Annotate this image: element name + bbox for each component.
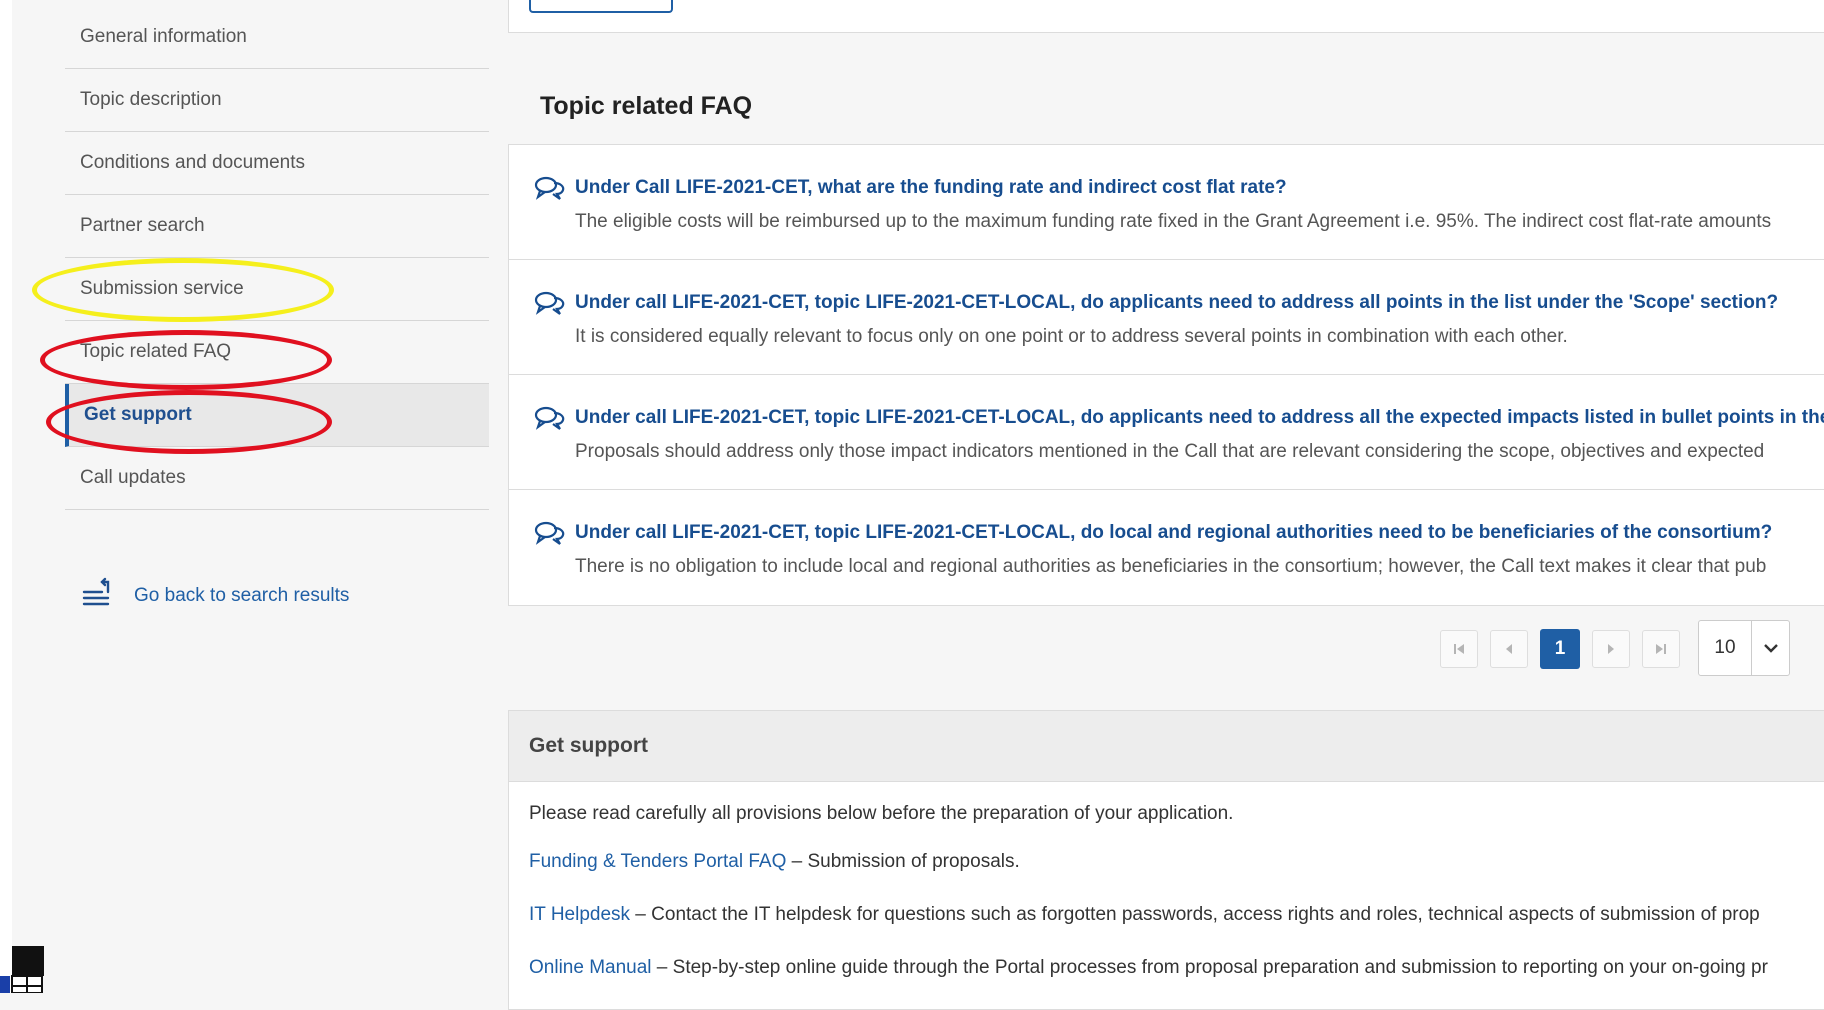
items-per-page-select[interactable]: 10 bbox=[1698, 620, 1790, 676]
faq-answer: Proposals should address only those impa… bbox=[575, 441, 1765, 462]
last-page-button[interactable] bbox=[1642, 630, 1680, 668]
sidebar-item-topic-related-faq[interactable]: Topic related FAQ bbox=[65, 321, 489, 384]
sidebar-item-partner-search[interactable]: Partner search bbox=[65, 195, 489, 258]
sidebar-item-general-information[interactable]: General information bbox=[65, 6, 489, 69]
get-support-section: Get support Please read carefully all pr… bbox=[508, 710, 1824, 1010]
get-support-title: Get support bbox=[509, 711, 1824, 782]
sidebar-item-call-updates[interactable]: Call updates bbox=[65, 447, 489, 510]
faq-question-link[interactable]: Under call LIFE-2021-CET, topic LIFE-202… bbox=[575, 522, 1772, 544]
support-line-text: – Step-by-step online guide through the … bbox=[651, 957, 1768, 978]
faq-section-title: Topic related FAQ bbox=[540, 92, 753, 120]
online-manual-link[interactable]: Online Manual bbox=[529, 957, 652, 978]
previous-page-icon bbox=[1506, 644, 1512, 654]
left-edge bbox=[0, 0, 12, 993]
sidebar-item-get-support[interactable]: Get support bbox=[65, 384, 489, 447]
first-page-button[interactable] bbox=[1440, 630, 1478, 668]
sidebar-item-conditions-and-documents[interactable]: Conditions and documents bbox=[65, 132, 489, 195]
support-line-faq: Funding & Tenders Portal FAQ – Submissio… bbox=[529, 851, 1020, 873]
faq-item: Under Call LIFE-2021-CET, what are the f… bbox=[509, 145, 1824, 260]
topic-sidebar-nav: General information Topic description Co… bbox=[65, 6, 489, 510]
support-line-helpdesk: IT Helpdesk – Contact the IT helpdesk fo… bbox=[529, 904, 1760, 926]
previous-page-button[interactable] bbox=[1490, 630, 1528, 668]
support-line-manual: Online Manual – Step-by-step online guid… bbox=[529, 957, 1768, 979]
faq-question-link[interactable]: Under call LIFE-2021-CET, topic LIFE-202… bbox=[575, 292, 1778, 314]
back-to-search-results-link[interactable]: Go back to search results bbox=[82, 576, 349, 616]
previous-section-button[interactable] bbox=[529, 0, 673, 13]
faq-question-link[interactable]: Under call LIFE-2021-CET, topic LIFE-202… bbox=[575, 407, 1824, 429]
items-per-page-value: 10 bbox=[1699, 621, 1752, 675]
support-line-text: – Submission of proposals. bbox=[786, 851, 1020, 872]
back-list-icon bbox=[82, 576, 114, 616]
taskbar-app-icon[interactable] bbox=[0, 946, 44, 994]
faq-list: Under Call LIFE-2021-CET, what are the f… bbox=[508, 144, 1824, 606]
faq-chat-icon bbox=[534, 520, 566, 546]
faq-answer: There is no obligation to include local … bbox=[575, 556, 1767, 577]
faq-item: Under call LIFE-2021-CET, topic LIFE-202… bbox=[509, 375, 1824, 490]
current-page-button[interactable]: 1 bbox=[1540, 629, 1580, 669]
faq-answer: The eligible costs will be reimbursed up… bbox=[575, 211, 1772, 232]
first-page-icon bbox=[1454, 644, 1464, 654]
faq-item: Under call LIFE-2021-CET, topic LIFE-202… bbox=[509, 260, 1824, 375]
faq-pagination: 1 bbox=[1440, 629, 1680, 669]
last-page-icon bbox=[1656, 644, 1666, 654]
previous-section-card bbox=[508, 0, 1824, 33]
faq-answer: It is considered equally relevant to foc… bbox=[575, 326, 1568, 347]
back-link-label: Go back to search results bbox=[134, 585, 350, 606]
support-intro: Please read carefully all provisions bel… bbox=[529, 803, 1234, 824]
faq-chat-icon bbox=[534, 405, 566, 431]
support-line-text: – Contact the IT helpdesk for questions … bbox=[630, 904, 1760, 925]
next-page-button[interactable] bbox=[1592, 630, 1630, 668]
sidebar-item-submission-service[interactable]: Submission service bbox=[65, 258, 489, 321]
faq-chat-icon bbox=[534, 175, 566, 201]
chevron-down-icon[interactable] bbox=[1752, 621, 1789, 675]
next-page-icon bbox=[1608, 644, 1614, 654]
it-helpdesk-link[interactable]: IT Helpdesk bbox=[529, 904, 630, 925]
faq-item: Under call LIFE-2021-CET, topic LIFE-202… bbox=[509, 490, 1824, 605]
faq-chat-icon bbox=[534, 290, 566, 316]
funding-tenders-faq-link[interactable]: Funding & Tenders Portal FAQ bbox=[529, 851, 786, 872]
sidebar-item-topic-description[interactable]: Topic description bbox=[65, 69, 489, 132]
faq-question-link[interactable]: Under Call LIFE-2021-CET, what are the f… bbox=[575, 177, 1287, 199]
